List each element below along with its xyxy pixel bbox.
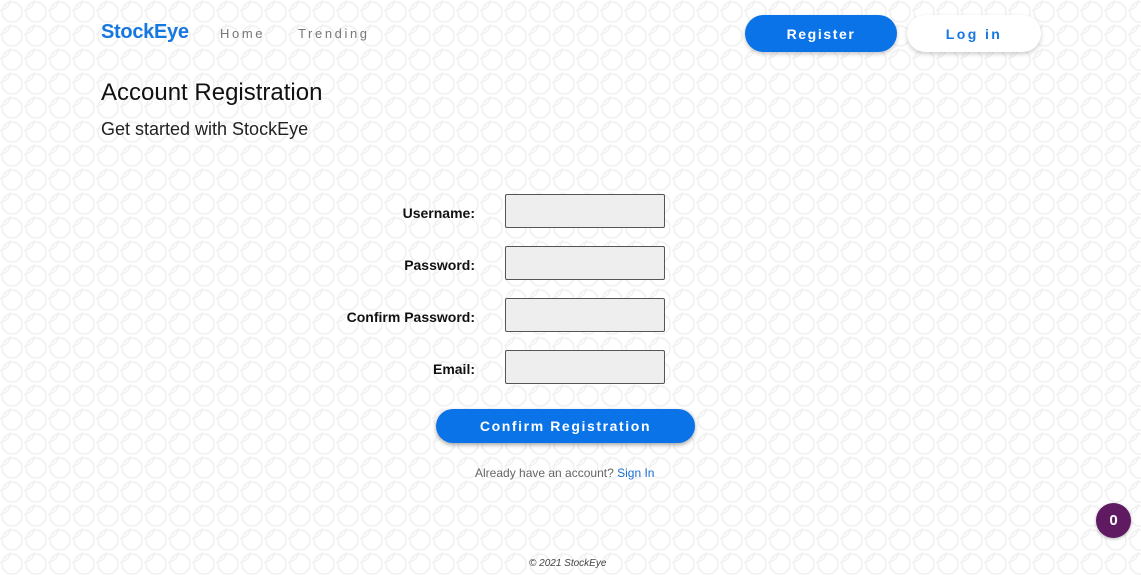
footer-copyright: © 2021 StockEye bbox=[529, 558, 607, 569]
signin-prompt-container: Already have an account? Sign In bbox=[475, 466, 654, 480]
navbar: StockEye Home Trending Register Log in bbox=[0, 0, 1141, 66]
confirm-password-label: Confirm Password: bbox=[346, 309, 475, 325]
email-field[interactable] bbox=[505, 350, 665, 384]
confirm-registration-button[interactable]: Confirm Registration bbox=[436, 409, 695, 443]
notification-count-badge[interactable]: 0 bbox=[1096, 503, 1131, 538]
register-button[interactable]: Register bbox=[745, 15, 897, 52]
password-label: Password: bbox=[404, 257, 475, 273]
nav-link-home[interactable]: Home bbox=[220, 26, 265, 41]
brand-logo[interactable]: StockEye bbox=[101, 21, 189, 44]
page-subtitle: Get started with StockEye bbox=[101, 119, 309, 139]
password-field[interactable] bbox=[505, 246, 665, 280]
username-label: Username: bbox=[402, 205, 475, 221]
confirm-password-field[interactable] bbox=[505, 298, 665, 332]
login-button[interactable]: Log in bbox=[907, 15, 1041, 52]
username-field[interactable] bbox=[505, 194, 665, 228]
signin-prompt-text: Already have an account? bbox=[475, 466, 614, 480]
email-label: Email: bbox=[432, 361, 475, 377]
page-title: Account Registration bbox=[101, 79, 323, 106]
sign-in-link[interactable]: Sign In bbox=[617, 466, 654, 480]
nav-link-trending[interactable]: Trending bbox=[298, 26, 370, 41]
